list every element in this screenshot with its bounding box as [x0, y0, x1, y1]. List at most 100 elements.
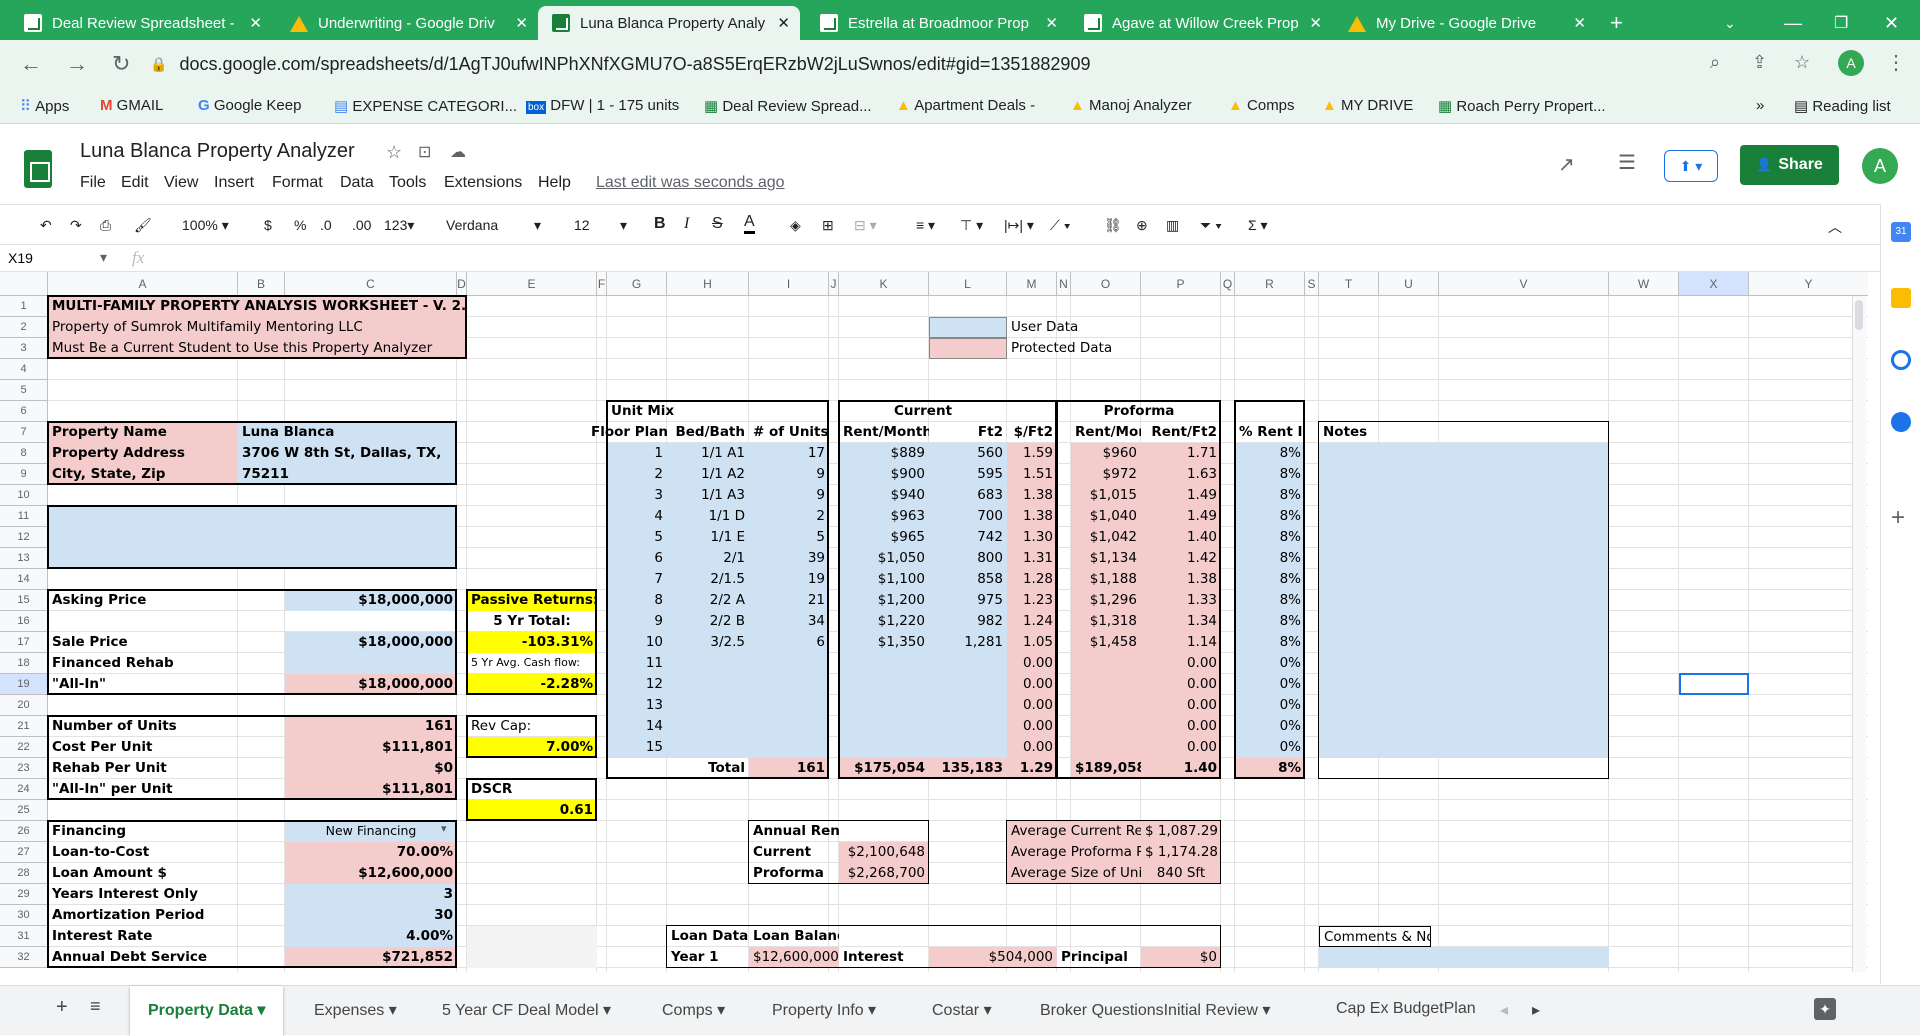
add-sheet-icon[interactable]: +	[56, 996, 68, 1019]
profile-avatar[interactable]: A	[1838, 50, 1864, 76]
row-header[interactable]: 28	[0, 863, 48, 884]
column-header[interactable]: M	[1007, 272, 1057, 296]
row-header[interactable]: 13	[0, 548, 48, 569]
column-header[interactable]: O	[1071, 272, 1141, 296]
scroll-right-icon[interactable]: ▸	[1532, 1000, 1540, 1020]
tasks-icon[interactable]	[1891, 350, 1911, 370]
column-header[interactable]: A	[48, 272, 238, 296]
italic-button[interactable]: I	[684, 215, 689, 233]
keep-icon[interactable]	[1891, 288, 1911, 308]
comments-icon[interactable]: ☰	[1618, 150, 1636, 175]
row-header[interactable]: 23	[0, 758, 48, 779]
strikethrough-button[interactable]: S	[712, 215, 723, 233]
share-page-icon[interactable]: ⇪	[1752, 52, 1767, 73]
spreadsheet-grid[interactable]: A B C D E F G H I J K L M N O P Q R S T U V W X Y 1 2 3 4 5 6 7 8 9 10 11 12…	[0, 272, 1868, 972]
menu-tools[interactable]: Tools	[389, 174, 426, 192]
browser-tab[interactable]: Deal Review Spreadsheet - ✕	[10, 6, 272, 40]
trend-icon[interactable]: ↗	[1558, 152, 1575, 177]
account-avatar[interactable]: A	[1862, 148, 1898, 184]
borders-icon[interactable]: ⊞	[822, 217, 834, 234]
increase-decimal-button[interactable]: .00	[352, 217, 371, 233]
row-header[interactable]: 30	[0, 905, 48, 926]
document-title[interactable]: Luna Blanca Property Analyzer	[80, 140, 355, 163]
row-header[interactable]: 32	[0, 947, 48, 968]
move-folder-icon[interactable]: ⊡	[418, 142, 431, 162]
bookmark-apps[interactable]: ⠿ Apps	[20, 97, 69, 115]
row-header[interactable]: 21	[0, 716, 48, 737]
column-header[interactable]: Q	[1221, 272, 1235, 296]
sheet-tab-costar[interactable]: Costar ▾	[932, 1000, 992, 1020]
sheet-tab-property-info[interactable]: Property Info ▾	[772, 1000, 876, 1020]
row-header[interactable]: 15	[0, 590, 48, 611]
sheet-tab-5yr-cf[interactable]: 5 Year CF Deal Model ▾	[442, 1000, 611, 1020]
bookmark-gmail[interactable]: M GMAIL	[100, 97, 163, 114]
column-header[interactable]: Y	[1749, 272, 1868, 296]
browser-tab[interactable]: Underwriting - Google Driv ✕	[276, 6, 538, 40]
row-header[interactable]: 7	[0, 422, 48, 443]
comments-field[interactable]	[1319, 947, 1609, 968]
sheet-tab-expenses[interactable]: Expenses ▾	[314, 1000, 397, 1020]
menu-data[interactable]: Data	[340, 174, 374, 192]
grid-corner[interactable]	[0, 272, 48, 296]
row-header[interactable]: 25	[0, 800, 48, 821]
row-header[interactable]: 22	[0, 737, 48, 758]
forward-icon[interactable]: →	[66, 51, 88, 77]
restore-icon[interactable]: ❐	[1820, 6, 1848, 40]
row-header[interactable]: 20	[0, 695, 48, 716]
browser-tab-active[interactable]: Luna Blanca Property Analy ✕	[538, 6, 800, 40]
column-header[interactable]: H	[667, 272, 749, 296]
contacts-icon[interactable]	[1891, 412, 1911, 432]
new-tab-button[interactable]: +	[1596, 6, 1636, 40]
bold-button[interactable]: B	[654, 215, 666, 233]
close-icon[interactable]: ✕	[1573, 14, 1586, 32]
bookmark-apartment-deals[interactable]: ▲ Apartment Deals -	[896, 97, 1035, 114]
bookmark-comps[interactable]: ▲ Comps	[1228, 97, 1295, 114]
column-header[interactable]: C	[285, 272, 457, 296]
close-icon[interactable]: ✕	[515, 14, 528, 32]
chevron-down-icon[interactable]: ⌄	[1710, 6, 1736, 40]
sheet-tab-broker[interactable]: Broker QuestionsInitial Review ▾	[1040, 1000, 1270, 1020]
all-sheets-icon[interactable]: ≡	[90, 996, 101, 1017]
back-icon[interactable]: ←	[20, 51, 42, 77]
column-header[interactable]: E	[467, 272, 597, 296]
selected-cell[interactable]	[1679, 673, 1749, 695]
row-header[interactable]: 11	[0, 506, 48, 527]
insert-link-icon[interactable]: ⛓	[1104, 217, 1122, 234]
currency-button[interactable]: $	[264, 217, 272, 233]
row-header[interactable]: 4	[0, 359, 48, 380]
last-edit-link[interactable]: Last edit was seconds ago	[596, 174, 785, 192]
chevron-down-icon[interactable]: ▾	[100, 249, 107, 266]
sheets-logo-icon[interactable]	[24, 150, 52, 188]
formula-input[interactable]	[162, 249, 1862, 269]
column-header[interactable]: S	[1305, 272, 1319, 296]
bookmark-my-drive[interactable]: ▲ MY DRIVE	[1322, 97, 1413, 114]
print-icon[interactable]: ⎙	[100, 217, 111, 234]
row-header[interactable]: 26	[0, 821, 48, 842]
column-header[interactable]: W	[1609, 272, 1679, 296]
close-icon[interactable]: ✕	[249, 14, 262, 32]
star-icon[interactable]: ☆	[1794, 52, 1810, 73]
insert-chart-icon[interactable]: ▥	[1166, 217, 1179, 234]
bookmark-deal-review[interactable]: ▦ Deal Review Spread...	[704, 97, 872, 115]
row-header[interactable]: 31	[0, 926, 48, 947]
row-header[interactable]: 18	[0, 653, 48, 674]
menu-file[interactable]: File	[80, 174, 106, 192]
explore-icon[interactable]: ✦	[1814, 998, 1836, 1020]
text-color-button[interactable]: A	[744, 213, 755, 234]
bookmark-roach-perry[interactable]: ▦ Roach Perry Propert...	[1438, 97, 1606, 115]
row-header[interactable]: 24	[0, 779, 48, 800]
zoom-icon[interactable]: ⌕	[1710, 52, 1720, 73]
row-header[interactable]: 16	[0, 611, 48, 632]
bookmark-manoj[interactable]: ▲ Manoj Analyzer	[1070, 97, 1192, 114]
merge-cells-icon[interactable]: ⊟ ▾	[854, 217, 877, 234]
decrease-decimal-button[interactable]: .0	[320, 217, 332, 233]
column-header[interactable]: B	[238, 272, 285, 296]
column-header[interactable]: X	[1679, 272, 1749, 296]
text-wrap-icon[interactable]: |↦| ▾	[1004, 217, 1034, 234]
menu-format[interactable]: Format	[272, 174, 323, 192]
row-header[interactable]: 17	[0, 632, 48, 653]
column-header[interactable]: D	[457, 272, 467, 296]
sheet-tab-capex[interactable]: Cap Ex BudgetPlan	[1336, 1000, 1476, 1018]
sheet-tab-property-data[interactable]: Property Data ▾	[130, 986, 284, 1036]
menu-insert[interactable]: Insert	[214, 174, 254, 192]
